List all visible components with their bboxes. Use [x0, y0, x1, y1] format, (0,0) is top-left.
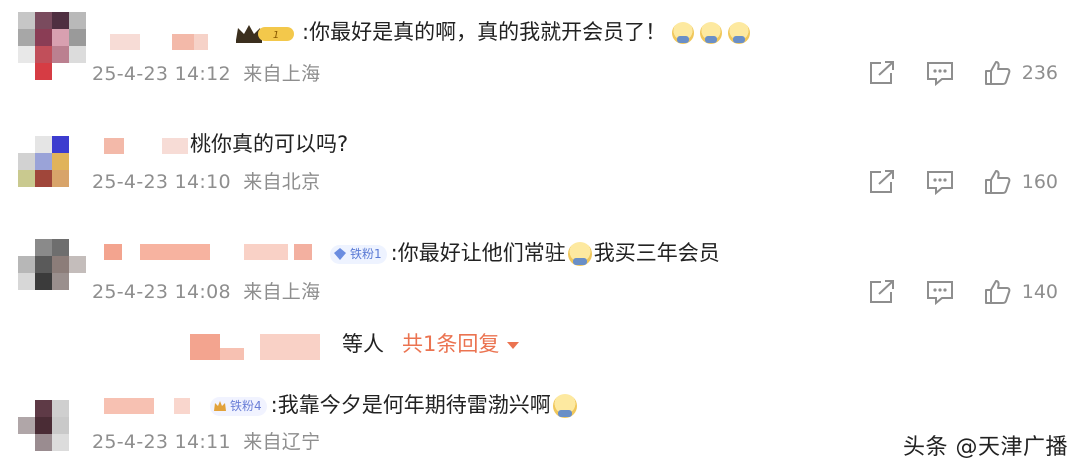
thumbs-up-icon	[984, 280, 1011, 304]
comment-button[interactable]	[926, 279, 954, 305]
comment-date: 25-4-23 14:08	[92, 281, 231, 303]
vip-crown-badge: 1	[234, 23, 296, 43]
share-icon	[869, 61, 894, 84]
crown-icon	[214, 401, 226, 411]
comment-location: 来自上海	[243, 63, 321, 85]
reply-suffix: 等人	[342, 332, 384, 356]
comment-text: :我靠今夕是何年期待雷渤兴啊	[270, 393, 551, 417]
comment-date: 25-4-23 14:11	[92, 431, 231, 453]
comment-button[interactable]	[926, 169, 954, 195]
comment-meta: 25-4-23 14:11 来自辽宁	[92, 430, 320, 454]
vip-level-label: 1	[273, 30, 279, 41]
view-replies-link[interactable]: 共1条回复	[402, 331, 520, 357]
comment-item: 1 :你最好是真的啊，真的我就开会员了！ 25-4-23 14:12 来自上海 …	[0, 0, 1080, 110]
share-button[interactable]	[868, 60, 896, 86]
comment-text-line: 1 :你最好是真的啊，真的我就开会员了！	[234, 19, 751, 45]
comment-text-line: 铁粉4 :我靠今夕是何年期待雷渤兴啊	[210, 392, 577, 418]
comment-icon	[926, 281, 953, 305]
comment-text-2: 我买三年会员	[593, 241, 720, 265]
like-count: 236	[1021, 62, 1058, 84]
laughing-emoji	[552, 394, 577, 418]
username-blurred[interactable]	[104, 398, 194, 414]
comment-text-line: 铁粉1 :你最好让他们常驻 我买三年会员	[330, 240, 720, 266]
grimace-emoji	[700, 22, 723, 44]
comment-text-line: 桃你真的可以吗?	[190, 131, 348, 157]
fan-badge-label: 铁粉1	[350, 247, 382, 261]
comment-item: 铁粉1 :你最好让他们常驻 我买三年会员 25-4-23 14:08 来自上海 1…	[0, 225, 1080, 380]
like-button[interactable]: 160	[984, 169, 1058, 195]
diamond-icon	[334, 248, 346, 260]
share-button[interactable]	[868, 169, 896, 195]
comment-meta: 25-4-23 14:10 来自北京	[92, 170, 320, 194]
grimace-emoji	[672, 22, 695, 44]
avatar[interactable]	[18, 12, 86, 80]
comment-date: 25-4-23 14:12	[92, 63, 231, 85]
caret-down-icon	[507, 341, 520, 349]
grimace-emoji	[728, 22, 751, 44]
replier-names-blurred	[190, 334, 340, 360]
comment-icon	[926, 62, 953, 86]
avatar[interactable]	[18, 239, 86, 307]
like-button[interactable]: 140	[984, 279, 1058, 305]
share-icon	[869, 170, 894, 193]
like-button[interactable]: 236	[984, 60, 1058, 86]
comment-date: 25-4-23 14:10	[92, 171, 231, 193]
share-button[interactable]	[868, 279, 896, 305]
comment-item: 桃你真的可以吗? 25-4-23 14:10 来自北京 160	[0, 110, 1080, 225]
username-blurred[interactable]	[110, 34, 220, 50]
comment-location: 来自辽宁	[243, 431, 321, 453]
comment-text: 桃你真的可以吗?	[190, 132, 349, 156]
avatar[interactable]	[18, 400, 86, 468]
thumbs-up-icon	[984, 61, 1011, 85]
like-count: 160	[1021, 171, 1058, 193]
fan-level-badge: 铁粉1	[330, 244, 387, 264]
comment-meta: 25-4-23 14:08 来自上海	[92, 280, 320, 304]
comment-text: :你最好让他们常驻	[390, 241, 566, 265]
comment-meta: 25-4-23 14:12 来自上海	[92, 62, 320, 86]
comment-actions: 160	[868, 167, 1058, 197]
comment-actions: 140	[868, 277, 1058, 307]
avatar[interactable]	[18, 136, 86, 204]
comment-location: 来自上海	[243, 281, 321, 303]
comment-location: 来自北京	[243, 171, 321, 193]
comment-button[interactable]	[926, 60, 954, 86]
share-icon	[869, 280, 894, 303]
fan-badge-label: 铁粉4	[230, 399, 262, 413]
reply-summary[interactable]: 等人 共1条回复	[190, 328, 550, 364]
heart-eyes-emoji	[567, 242, 592, 266]
fan-level-badge: 铁粉4	[210, 396, 267, 416]
watermark: 头条 @天津广播	[903, 435, 1068, 460]
username-blurred[interactable]	[104, 244, 324, 260]
crown-icon: 1	[236, 25, 294, 43]
username-blurred[interactable]	[104, 138, 190, 154]
thumbs-up-icon	[984, 170, 1011, 194]
comment-actions: 236	[868, 58, 1058, 88]
like-count: 140	[1021, 281, 1058, 303]
comment-text: :你最好是真的啊，真的我就开会员了！	[302, 20, 667, 44]
comment-icon	[926, 171, 953, 195]
view-replies-label: 共1条回复	[402, 332, 500, 356]
